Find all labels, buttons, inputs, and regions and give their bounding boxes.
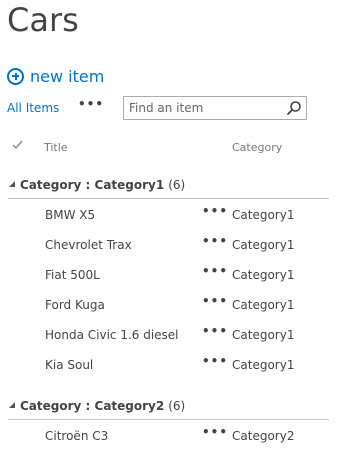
item-category: Category1 xyxy=(232,328,295,342)
list-item: Honda Civic 1.6 diesel ••• Category1 xyxy=(0,320,330,350)
item-category: Category1 xyxy=(232,238,295,252)
item-title-link[interactable]: Honda Civic 1.6 diesel xyxy=(45,328,179,342)
group-count: (6) xyxy=(168,399,186,413)
item-menu-button[interactable]: ••• xyxy=(202,204,228,218)
view-bar: All Items ••• xyxy=(7,96,307,122)
search-icon[interactable] xyxy=(286,100,302,116)
item-title-link[interactable]: BMW X5 xyxy=(45,208,95,222)
list-item: Ford Kuga ••• Category1 xyxy=(0,290,330,320)
item-category: Category1 xyxy=(232,298,295,312)
item-title-link[interactable]: Citroën C3 xyxy=(45,429,108,443)
list-item: Chevrolet Trax ••• Category1 xyxy=(0,230,330,260)
item-menu-button[interactable]: ••• xyxy=(202,264,228,278)
group-label: Category : Category2 (6) xyxy=(20,399,186,413)
view-all-items-link[interactable]: All Items xyxy=(7,101,59,115)
column-header-title[interactable]: Title xyxy=(44,141,68,154)
list-item: Kia Soul ••• Category1 xyxy=(0,350,330,380)
collapse-triangle-icon[interactable] xyxy=(9,402,15,408)
item-title-link[interactable]: Ford Kuga xyxy=(45,298,105,312)
check-icon[interactable] xyxy=(12,139,23,150)
item-menu-button[interactable]: ••• xyxy=(202,294,228,308)
item-title-link[interactable]: Chevrolet Trax xyxy=(45,238,132,252)
item-menu-button[interactable]: ••• xyxy=(202,234,228,248)
item-category: Category1 xyxy=(232,358,295,372)
group-header-category1[interactable]: Category : Category1 (6) xyxy=(8,176,329,199)
item-category: Category2 xyxy=(232,429,295,443)
list-item: Fiat 500L ••• Category1 xyxy=(0,260,330,290)
item-menu-button[interactable]: ••• xyxy=(202,354,228,368)
group-label: Category : Category1 (6) xyxy=(20,178,186,192)
item-menu-button[interactable]: ••• xyxy=(202,324,228,338)
column-header-row: Title Category xyxy=(0,136,330,158)
group-header-category2[interactable]: Category : Category2 (6) xyxy=(8,397,329,420)
search-input[interactable] xyxy=(124,101,279,115)
item-title-link[interactable]: Kia Soul xyxy=(45,358,93,372)
group-count: (6) xyxy=(168,178,186,192)
page-title: Cars xyxy=(7,1,79,39)
new-item-label: new item xyxy=(30,66,105,86)
item-menu-button[interactable]: ••• xyxy=(202,425,228,439)
item-category: Category1 xyxy=(232,208,295,222)
item-title-link[interactable]: Fiat 500L xyxy=(45,268,100,282)
view-menu-button[interactable]: ••• xyxy=(78,97,104,111)
list-item: Citroën C3 ••• Category2 xyxy=(0,421,330,451)
plus-circle-icon xyxy=(7,67,24,85)
column-header-category[interactable]: Category xyxy=(232,141,282,154)
search-box xyxy=(123,96,307,120)
new-item-button[interactable]: new item xyxy=(7,64,104,88)
item-category: Category1 xyxy=(232,268,295,282)
collapse-triangle-icon[interactable] xyxy=(9,181,15,187)
list-item: BMW X5 ••• Category1 xyxy=(0,200,330,230)
